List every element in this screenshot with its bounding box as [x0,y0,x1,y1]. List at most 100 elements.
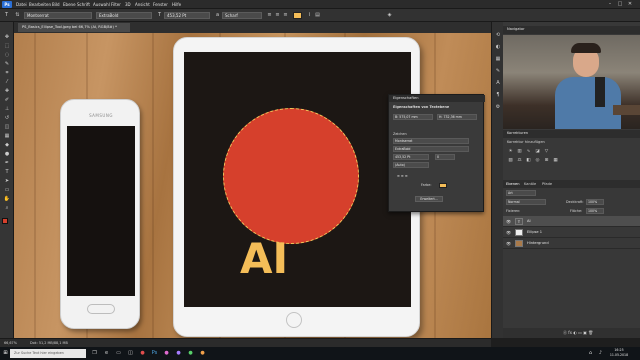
antialias-select[interactable]: Scharf [222,12,262,19]
store-icon[interactable]: ◫ [126,349,135,358]
tab-channels[interactable]: Kanäle [524,180,536,188]
menu-bearbeiten[interactable]: Bearbeiten [29,1,51,8]
photoshop-taskbar-icon[interactable]: Ps [150,349,159,358]
healing-tool-icon[interactable]: ✚ [3,88,11,95]
marquee-tool-icon[interactable]: ⬚ [3,43,11,50]
lookup-adjust-icon[interactable]: ▦ [552,158,559,164]
explorer-icon[interactable]: ▭ [114,349,123,358]
edge-icon[interactable]: e [102,349,111,358]
warp-text-icon[interactable]: ⌇ [306,12,313,19]
close-icon[interactable]: ✕ [626,1,634,8]
props-font-style-select[interactable]: ExtraBold [393,146,469,152]
properties-panel-title[interactable]: Eigenschaften [389,95,485,102]
layer-row[interactable]: 👁 T AI [503,216,640,227]
align-buttons-row[interactable]: ≡ ≡ ≡ [397,173,408,179]
crop-tool-icon[interactable]: ⌗ [3,70,11,77]
app-orange-icon[interactable]: ● [198,349,207,358]
brightness-adjust-icon[interactable]: ☀ [507,149,514,155]
opacity-field[interactable]: 100% [586,199,604,205]
align-left-icon[interactable]: ≡ [266,12,273,19]
type-tool-icon[interactable]: T [3,12,10,19]
menu-ansicht[interactable]: Ansicht [135,1,150,8]
tab-paths[interactable]: Pfade [542,180,552,188]
history-brush-tool-icon[interactable]: ↺ [3,115,11,122]
fill-field[interactable]: 100% [586,208,604,214]
channel-mixer-adjust-icon[interactable]: ⊞ [543,158,550,164]
menu-fenster[interactable]: Fenster [153,1,168,8]
props-tracking-field[interactable]: 0 [435,154,455,160]
path-select-tool-icon[interactable]: ➤ [3,178,11,185]
menu-datei[interactable]: Datei [16,1,27,8]
brush-panel-icon[interactable]: ✎ [494,68,502,75]
eraser-tool-icon[interactable]: ◫ [3,124,11,131]
volume-icon[interactable]: ♪ [596,349,605,358]
menu-hilfe[interactable]: Hilfe [172,1,181,8]
zoom-tool-icon[interactable]: ⌕ [3,205,11,212]
app-red-icon[interactable]: ● [138,349,147,358]
menu-ebene[interactable]: Ebene [63,1,76,8]
layer-row[interactable]: 👁 Hintergrund [503,238,640,249]
advanced-button[interactable]: Erweitert... [415,196,443,202]
move-tool-icon[interactable]: ✥ [3,34,11,41]
type-tool-sidebar-icon[interactable]: T [3,169,11,176]
hue-adjust-icon[interactable]: ▨ [507,158,514,164]
color-panel-icon[interactable]: ◐ [494,44,502,51]
align-right-icon[interactable]: ≡ [282,12,289,19]
history-panel-icon[interactable]: ⟲ [494,32,502,39]
panels-toggle-icon[interactable]: ▤ [314,12,321,19]
photo-filter-adjust-icon[interactable]: ◎ [534,158,541,164]
color-balance-adjust-icon[interactable]: ⚖ [516,158,523,164]
swatches-panel-icon[interactable]: ▦ [494,56,502,63]
app-purple-icon[interactable]: ● [174,349,183,358]
network-icon[interactable]: ⌂ [586,349,595,358]
visibility-eye-icon[interactable]: 👁 [506,241,511,246]
ai-text-layer[interactable]: AI [240,236,320,282]
document-tab[interactable]: PS_Basics_Ellipse_Tool.jpeg bei 66,7% (A… [18,23,130,32]
taskbar-clock[interactable]: 16:25 11.05.2018 [606,348,632,358]
levels-adjust-icon[interactable]: ▥ [516,149,523,155]
menu-schrift[interactable]: Schrift [77,1,90,8]
curves-adjust-icon[interactable]: ∿ [525,149,532,155]
task-view-icon[interactable]: ❐ [90,349,99,358]
font-style-select[interactable]: ExtraBold [96,12,152,19]
layer-name[interactable]: Hintergrund [527,240,549,247]
windows-start-icon[interactable]: ⊞ [1,349,10,358]
dodge-tool-icon[interactable]: ● [3,151,11,158]
visibility-eye-icon[interactable]: 👁 [506,219,511,224]
layer-name[interactable]: AI [527,218,531,225]
menu-3d[interactable]: 3D [125,1,131,8]
layer-row[interactable]: 👁 Ellipse 1 [503,227,640,238]
height-field[interactable]: H: 732,36 mm [437,114,477,120]
blur-tool-icon[interactable]: ◆ [3,142,11,149]
character-panel-icon[interactable]: A [494,80,502,87]
navigator-tab[interactable]: Navigator [503,26,640,34]
blend-mode-select[interactable]: Normal [506,199,546,205]
stamp-tool-icon[interactable]: ⊥ [3,106,11,113]
orientation-toggle-icon[interactable]: ⇅ [14,12,21,19]
foreground-color-swatch[interactable] [2,218,8,224]
ellipse-shape[interactable] [223,108,359,244]
props-font-size-field[interactable]: 453,52 Pt [393,154,429,160]
minimize-icon[interactable]: – [606,1,614,8]
quick-select-tool-icon[interactable]: ✎ [3,61,11,68]
align-center-icon[interactable]: ≡ [274,12,281,19]
gradient-tool-icon[interactable]: ▦ [3,133,11,140]
menu-filter[interactable]: Filter [111,1,121,8]
menu-bild[interactable]: Bild [52,1,60,8]
hand-tool-icon[interactable]: ✋ [3,196,11,203]
app-green-icon[interactable]: ● [186,349,195,358]
props-color-swatch[interactable] [439,183,447,188]
layer-name[interactable]: Ellipse 1 [527,229,542,236]
corrections-tab[interactable]: Korrekturen [503,130,640,138]
maximize-icon[interactable]: □ [616,1,624,8]
vibrance-adjust-icon[interactable]: ▽ [543,149,550,155]
layers-footer-icons[interactable]: ⓖ fx ◐ ▭ ▣ 🗑 [503,328,640,338]
pen-tool-icon[interactable]: ✒ [3,160,11,167]
3d-icon[interactable]: ◈ [386,12,393,19]
bw-adjust-icon[interactable]: ◧ [525,158,532,164]
width-field[interactable]: B: 575,07 mm [393,114,433,120]
brush-tool-icon[interactable]: ✐ [3,97,11,104]
paragraph-panel-icon[interactable]: ¶ [494,92,502,99]
menu-auswahl[interactable]: Auswahl [93,1,110,8]
lasso-tool-icon[interactable]: ◌ [3,52,11,59]
